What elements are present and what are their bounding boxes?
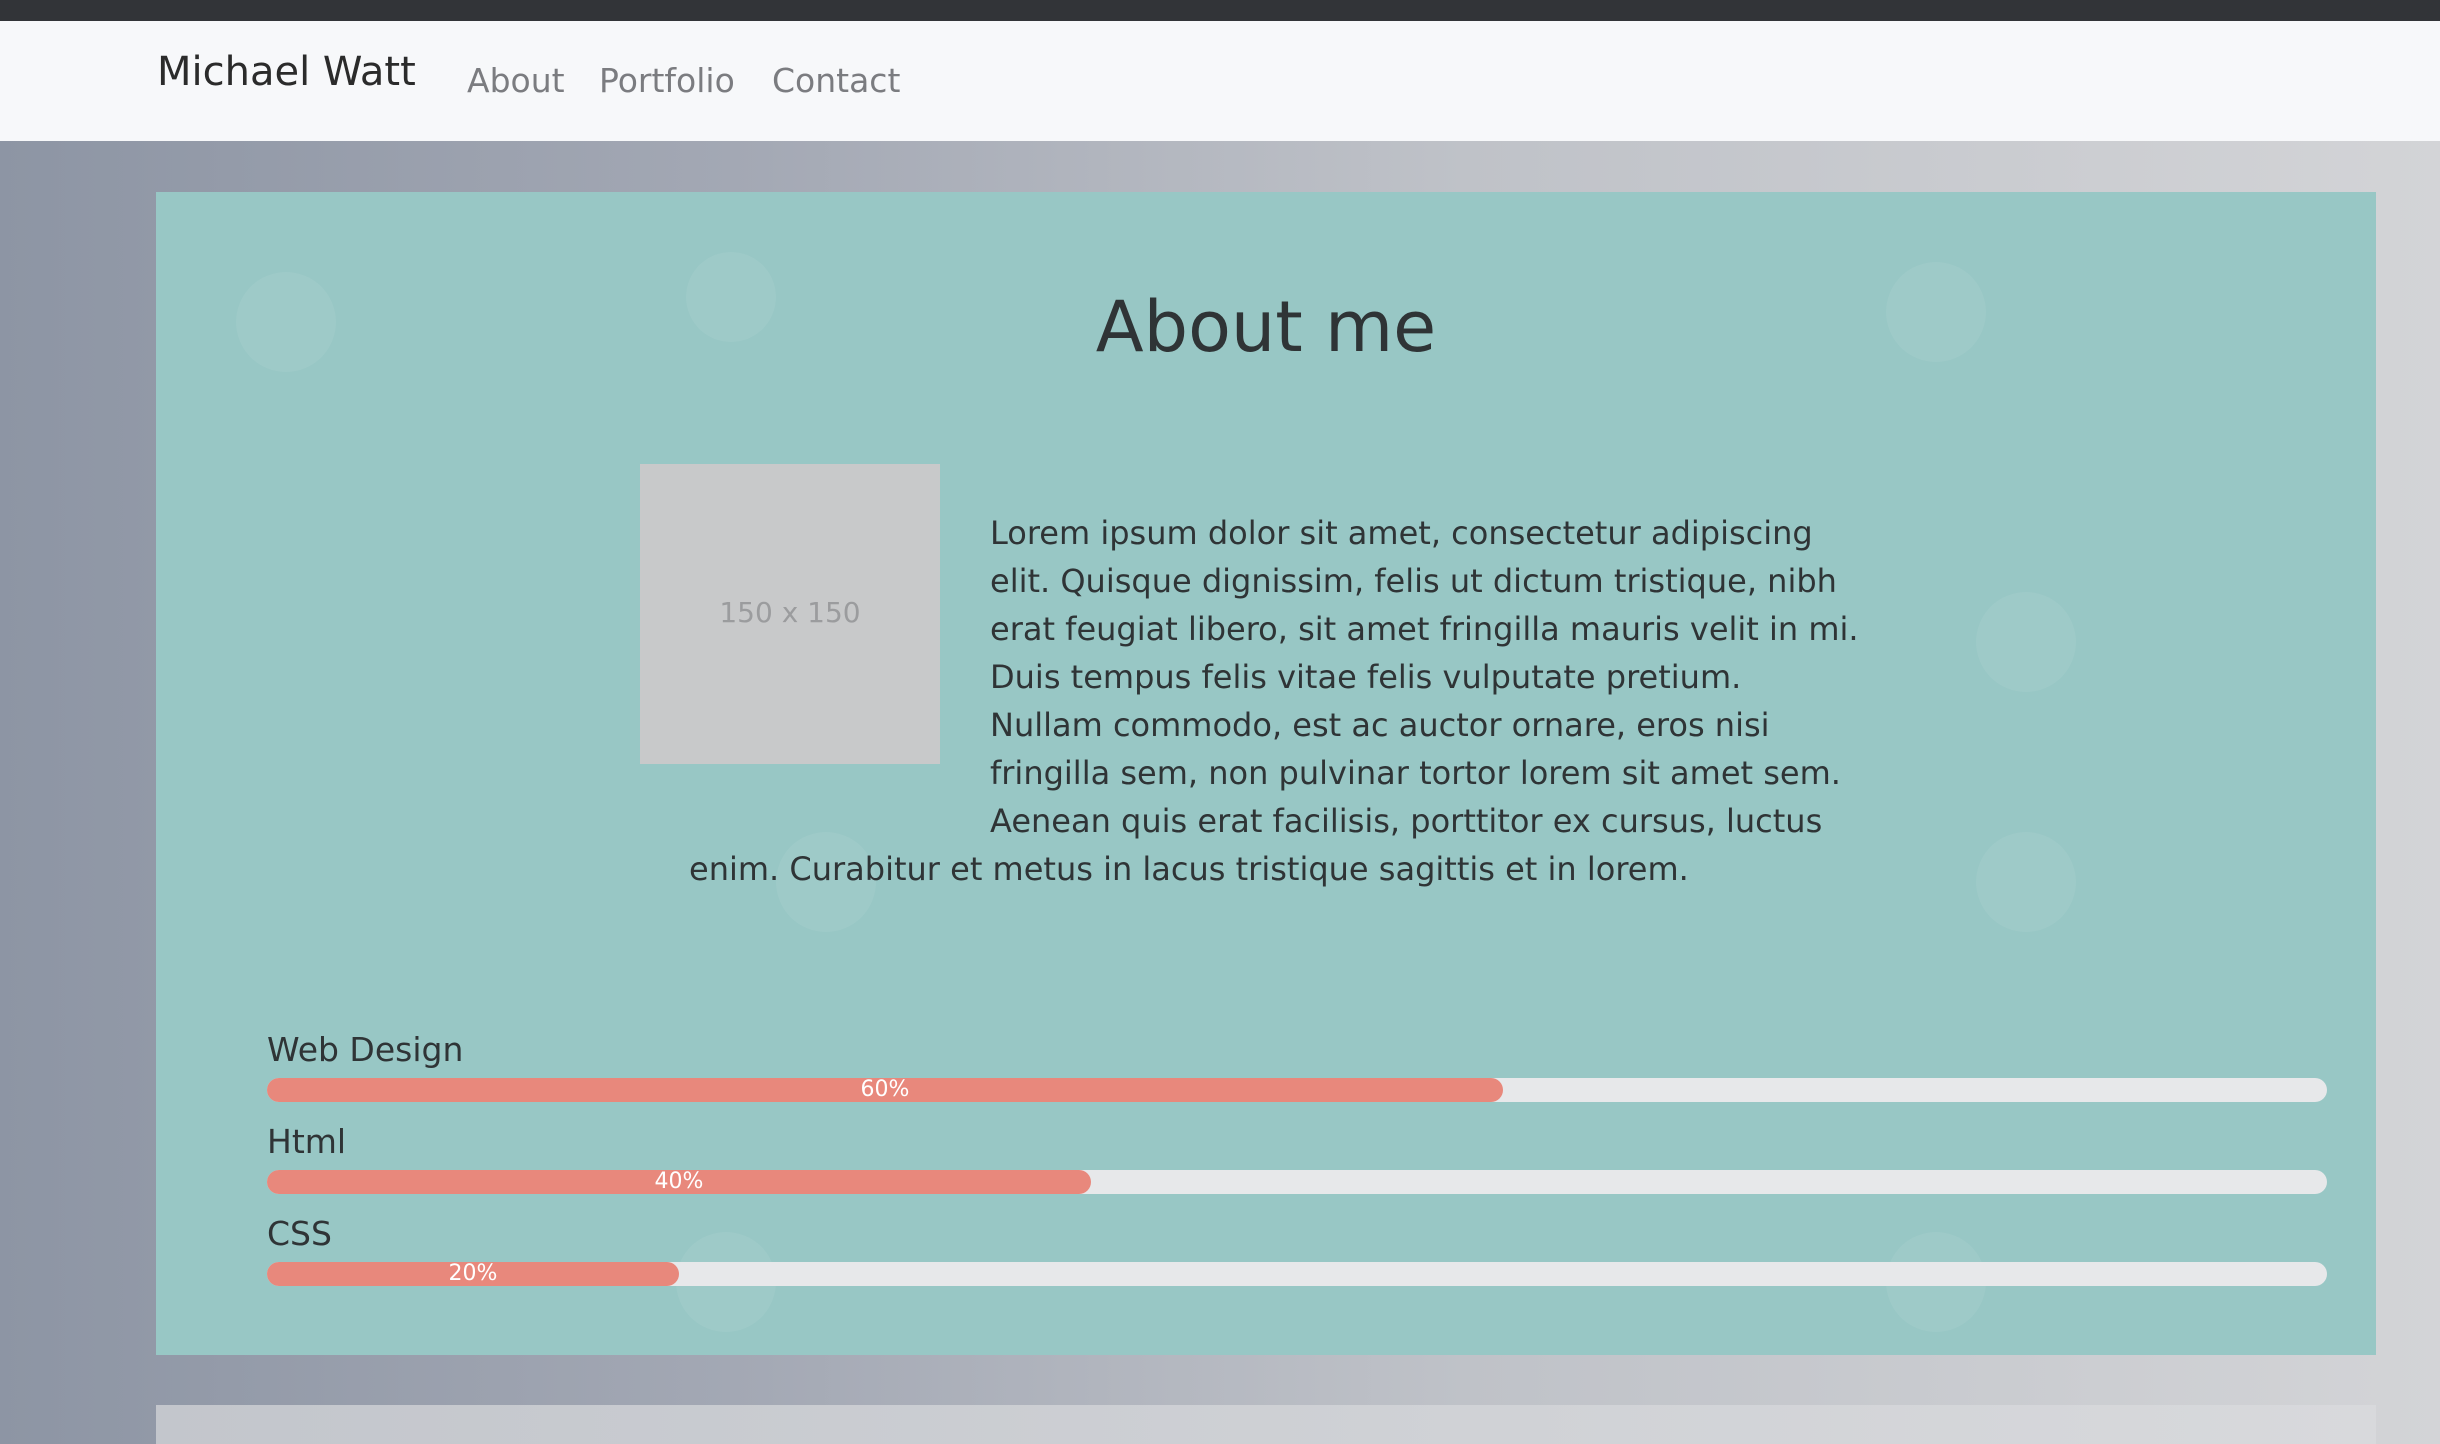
progress-bar-css: 20% xyxy=(267,1262,2327,1286)
bio-line: Lorem ipsum dolor sit amet, consectetur … xyxy=(990,514,1813,552)
nav-link-about[interactable]: About xyxy=(467,61,565,100)
browser-top-strip xyxy=(0,0,2440,21)
progress-fill: 60% xyxy=(267,1078,1503,1102)
skill-label-html: Html xyxy=(267,1122,347,1161)
progress-percent-label: 20% xyxy=(448,1261,498,1286)
bio-line: Aenean quis erat facilisis, porttitor ex… xyxy=(990,802,1823,840)
next-section-edge xyxy=(156,1405,2376,1444)
progress-fill: 40% xyxy=(267,1170,1091,1194)
progress-percent-label: 60% xyxy=(860,1077,910,1102)
decorative-pattern xyxy=(1976,592,2076,692)
bio-line: Nullam commodo, est ac auctor ornare, er… xyxy=(990,706,1770,744)
progress-bar-web-design: 60% xyxy=(267,1078,2327,1102)
bio-line: erat feugiat libero, sit amet fringilla … xyxy=(990,610,1859,648)
bio-line: Duis tempus felis vitae felis vulputate … xyxy=(990,658,1742,696)
skill-label-css: CSS xyxy=(267,1214,332,1253)
brand-link[interactable]: Michael Watt xyxy=(157,49,416,95)
about-section: About me 150 x 150 Lorem ipsum dolor sit… xyxy=(156,192,2376,1355)
image-size-label: 150 x 150 xyxy=(719,596,861,629)
profile-image-placeholder: 150 x 150 xyxy=(640,464,940,764)
progress-percent-label: 40% xyxy=(654,1169,704,1194)
progress-bar-html: 40% xyxy=(267,1170,2327,1194)
nav-link-portfolio[interactable]: Portfolio xyxy=(599,61,735,100)
progress-fill: 20% xyxy=(267,1262,679,1286)
bio-line: enim. Curabitur et metus in lacus tristi… xyxy=(689,850,1689,888)
section-title: About me xyxy=(1095,286,1437,368)
navbar: Michael Watt About Portfolio Contact xyxy=(0,21,2440,141)
nav-link-contact[interactable]: Contact xyxy=(772,61,900,100)
decorative-pattern xyxy=(1976,832,2076,932)
skill-label-web-design: Web Design xyxy=(267,1030,464,1069)
bio-line: elit. Quisque dignissim, felis ut dictum… xyxy=(990,562,1837,600)
bio-line: fringilla sem, non pulvinar tortor lorem… xyxy=(990,754,1841,792)
